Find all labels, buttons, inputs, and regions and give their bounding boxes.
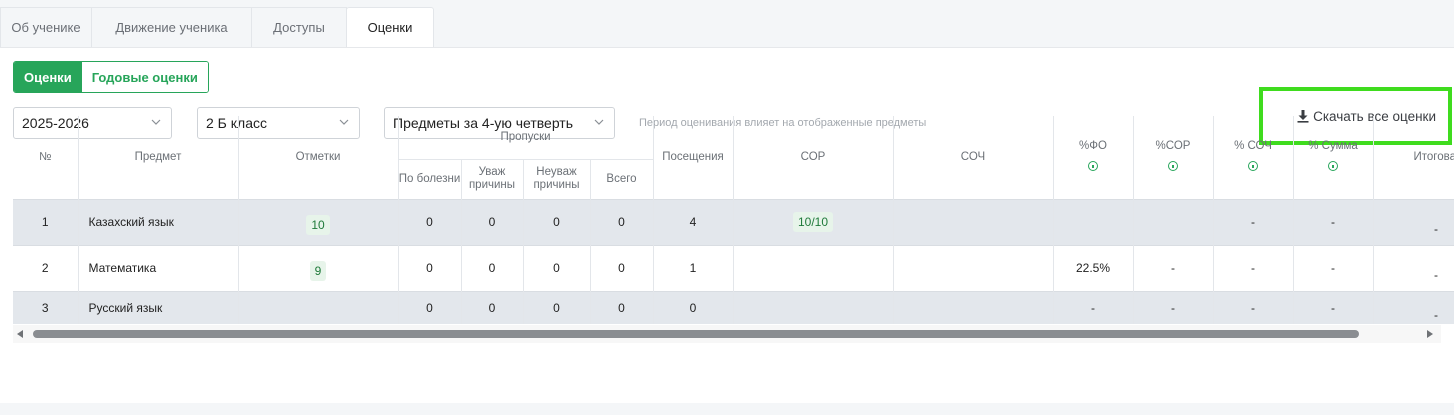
row-pct-fo: 22.5% [1053,245,1134,291]
row-unexcused: 0 [523,199,591,245]
scroll-left-arrow-icon[interactable] [17,330,23,338]
header-num: № [13,116,79,199]
row-marks [238,291,399,324]
row-attendance: 1 [653,245,734,291]
row-soch [893,199,1054,245]
row-pct-soch: - [1213,291,1294,324]
tab-student-movement[interactable]: Движение ученика [91,7,252,47]
row-unexcused: 0 [523,245,591,291]
row-final: - [1373,199,1454,245]
row-excused: 0 [461,199,524,245]
tab-about-student[interactable]: Об ученике [0,7,92,47]
grades-table-container: № Предмет Отметки Пропуски Посещения СОР… [13,116,1454,326]
row-sick: 0 [398,245,462,291]
header-pct-sum: % Сумма [1293,116,1374,199]
header-pct-fo: %ФО [1053,116,1134,199]
annual-grades-toggle-button[interactable]: Годовые оценки [81,62,208,92]
mark-badge[interactable]: 10 [306,215,330,235]
row-soch [893,245,1054,291]
row-pct-soch: - [1213,245,1294,291]
table-row: 2 Математика 9 0 0 0 0 1 22.5% - - - - [13,245,1454,291]
grades-type-toggle: Оценки Годовые оценки [13,61,209,93]
header-final: Итогова [1413,150,1454,163]
row-unexcused: 0 [523,291,591,324]
row-total: 0 [590,199,654,245]
row-pct-sum: - [1293,199,1374,245]
table-row: 1 Казахский язык 10 0 0 0 0 4 10/10 - - … [13,199,1454,245]
row-soch [893,291,1054,324]
info-icon[interactable] [1248,160,1258,171]
row-attendance: 4 [653,199,734,245]
header-sick: По болезни [398,159,462,199]
grades-table: № Предмет Отметки Пропуски Посещения СОР… [13,116,1454,324]
header-absences: Пропуски [398,116,654,160]
row-sor [733,245,894,291]
row-subject: Русский язык [78,291,239,324]
row-excused: 0 [461,245,524,291]
row-num: 3 [13,291,79,324]
header-unexcused: Неуваж причины [523,159,591,199]
row-num: 1 [13,199,79,245]
grades-toggle-button[interactable]: Оценки [14,62,82,92]
row-pct-sor: - [1133,291,1214,324]
horizontal-scrollbar[interactable] [13,325,1441,343]
row-pct-sor [1133,199,1214,245]
row-pct-soch: - [1213,199,1294,245]
row-sick: 0 [398,199,462,245]
info-icon[interactable] [1088,160,1098,171]
row-pct-fo: - [1053,291,1134,324]
header-total: Всего [590,159,654,199]
tab-grades[interactable]: Оценки [346,7,434,47]
header-subject: Предмет [78,116,239,199]
row-excused: 0 [461,291,524,324]
scrollbar-thumb[interactable] [33,330,1359,338]
row-num: 2 [13,245,79,291]
row-pct-sor: - [1133,245,1214,291]
header-pct-soch: % СОЧ [1213,116,1294,199]
info-icon[interactable] [1168,160,1178,171]
row-marks: 9 [238,245,399,291]
row-attendance: 0 [653,291,734,324]
row-sor [733,291,894,324]
row-pct-fo [1053,199,1134,245]
header-attendance: Посещения [653,116,734,199]
row-subject: Математика [78,245,239,291]
sor-badge[interactable]: 10/10 [792,212,834,232]
header-excused: Уваж причины [461,159,524,199]
tab-bar: Об ученике Движение ученика Доступы Оцен… [0,7,434,47]
row-final: - [1434,268,1438,282]
header-pct-sor: %СОР [1133,116,1214,199]
row-subject: Казахский язык [78,199,239,245]
info-icon[interactable] [1328,160,1338,171]
table-row: 3 Русский язык 0 0 0 0 0 - - - - - [13,291,1454,324]
row-marks: 10 [238,199,399,245]
row-pct-sum: - [1293,291,1374,324]
header-sor: СОР [733,116,894,199]
row-final: - [1373,291,1454,324]
header-soch: СОЧ [893,116,1054,199]
row-total: 0 [590,291,654,324]
row-total: 0 [590,245,654,291]
mark-badge[interactable]: 9 [309,261,327,281]
row-pct-sum: - [1293,245,1374,291]
row-sor: 10/10 [733,199,894,245]
row-sick: 0 [398,291,462,324]
scroll-right-arrow-icon[interactable] [1427,330,1433,338]
header-marks: Отметки [238,116,399,199]
tab-access[interactable]: Доступы [251,7,347,47]
